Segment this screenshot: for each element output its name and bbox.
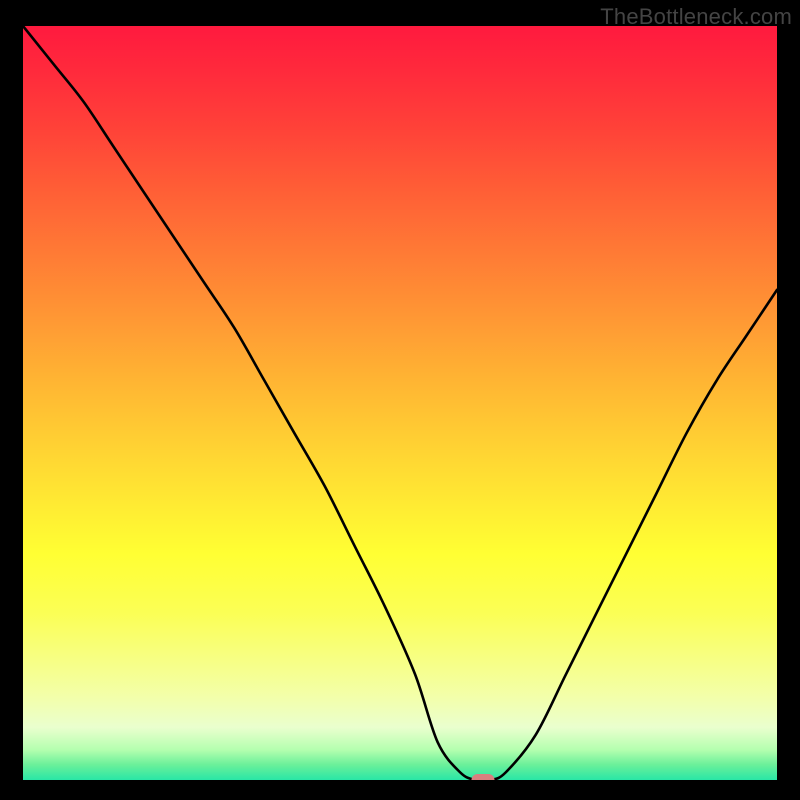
optimum-marker (471, 774, 494, 780)
plot-area (23, 26, 777, 780)
curve-svg (23, 26, 777, 780)
bottleneck-curve (23, 26, 777, 780)
chart-frame: TheBottleneck.com (0, 0, 800, 800)
watermark-text: TheBottleneck.com (600, 4, 792, 30)
